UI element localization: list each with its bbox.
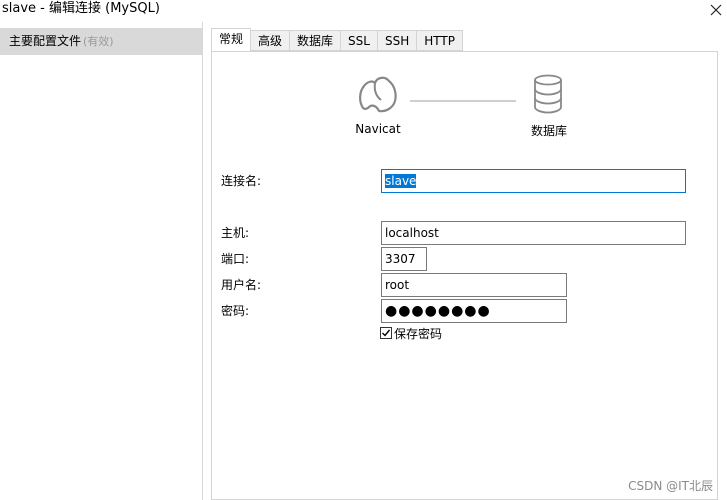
navicat-label: Navicat [355, 122, 401, 136]
connection-name-input[interactable]: slave [381, 169, 686, 193]
checkmark-icon [382, 329, 391, 337]
database-icon [534, 74, 562, 114]
tab-database[interactable]: 数据库 [290, 30, 342, 51]
title-bar: slave - 编辑连接 (MySQL) [0, 0, 727, 20]
host-label: 主机: [221, 226, 250, 240]
username-label: 用户名: [221, 278, 262, 292]
sidebar: 主要配置文件 (有效) [0, 22, 203, 500]
password-input[interactable]: ●●●●●●●● [381, 299, 567, 323]
database-label: 数据库 [530, 124, 567, 138]
connection-name-value: slave [385, 174, 417, 188]
close-button[interactable] [705, 0, 727, 20]
username-input[interactable]: root [381, 273, 567, 297]
save-password-row: 保存密码 [380, 325, 442, 341]
sidebar-item-main-profile[interactable]: 主要配置文件 (有效) [0, 28, 202, 55]
password-value: ●●●●●●●● [385, 303, 491, 319]
watermark: CSDN @IT北辰 [628, 479, 713, 493]
tab-advanced[interactable]: 高级 [251, 30, 291, 51]
password-label: 密码: [221, 304, 250, 318]
sidebar-item-status: (有效) [83, 35, 114, 48]
port-input[interactable]: 3307 [381, 247, 427, 271]
sidebar-item-label: 主要配置文件 [9, 34, 82, 48]
port-label: 端口: [221, 252, 250, 266]
host-input[interactable]: localhost [381, 221, 686, 245]
window-title: slave - 编辑连接 (MySQL) [2, 1, 160, 16]
close-icon [710, 4, 722, 16]
connection-name-label: 连接名: [221, 174, 262, 188]
tab-general[interactable]: 常规 [211, 28, 252, 51]
tab-bar: 常规 高级 数据库 SSL SSH HTTP [211, 28, 463, 52]
save-password-checkbox[interactable] [380, 327, 392, 339]
tab-ssl[interactable]: SSL [341, 30, 378, 51]
navicat-icon [359, 76, 397, 113]
tab-http[interactable]: HTTP [417, 30, 463, 51]
connector-line [410, 100, 516, 102]
tab-ssh[interactable]: SSH [377, 30, 418, 51]
save-password-label: 保存密码 [394, 326, 443, 341]
